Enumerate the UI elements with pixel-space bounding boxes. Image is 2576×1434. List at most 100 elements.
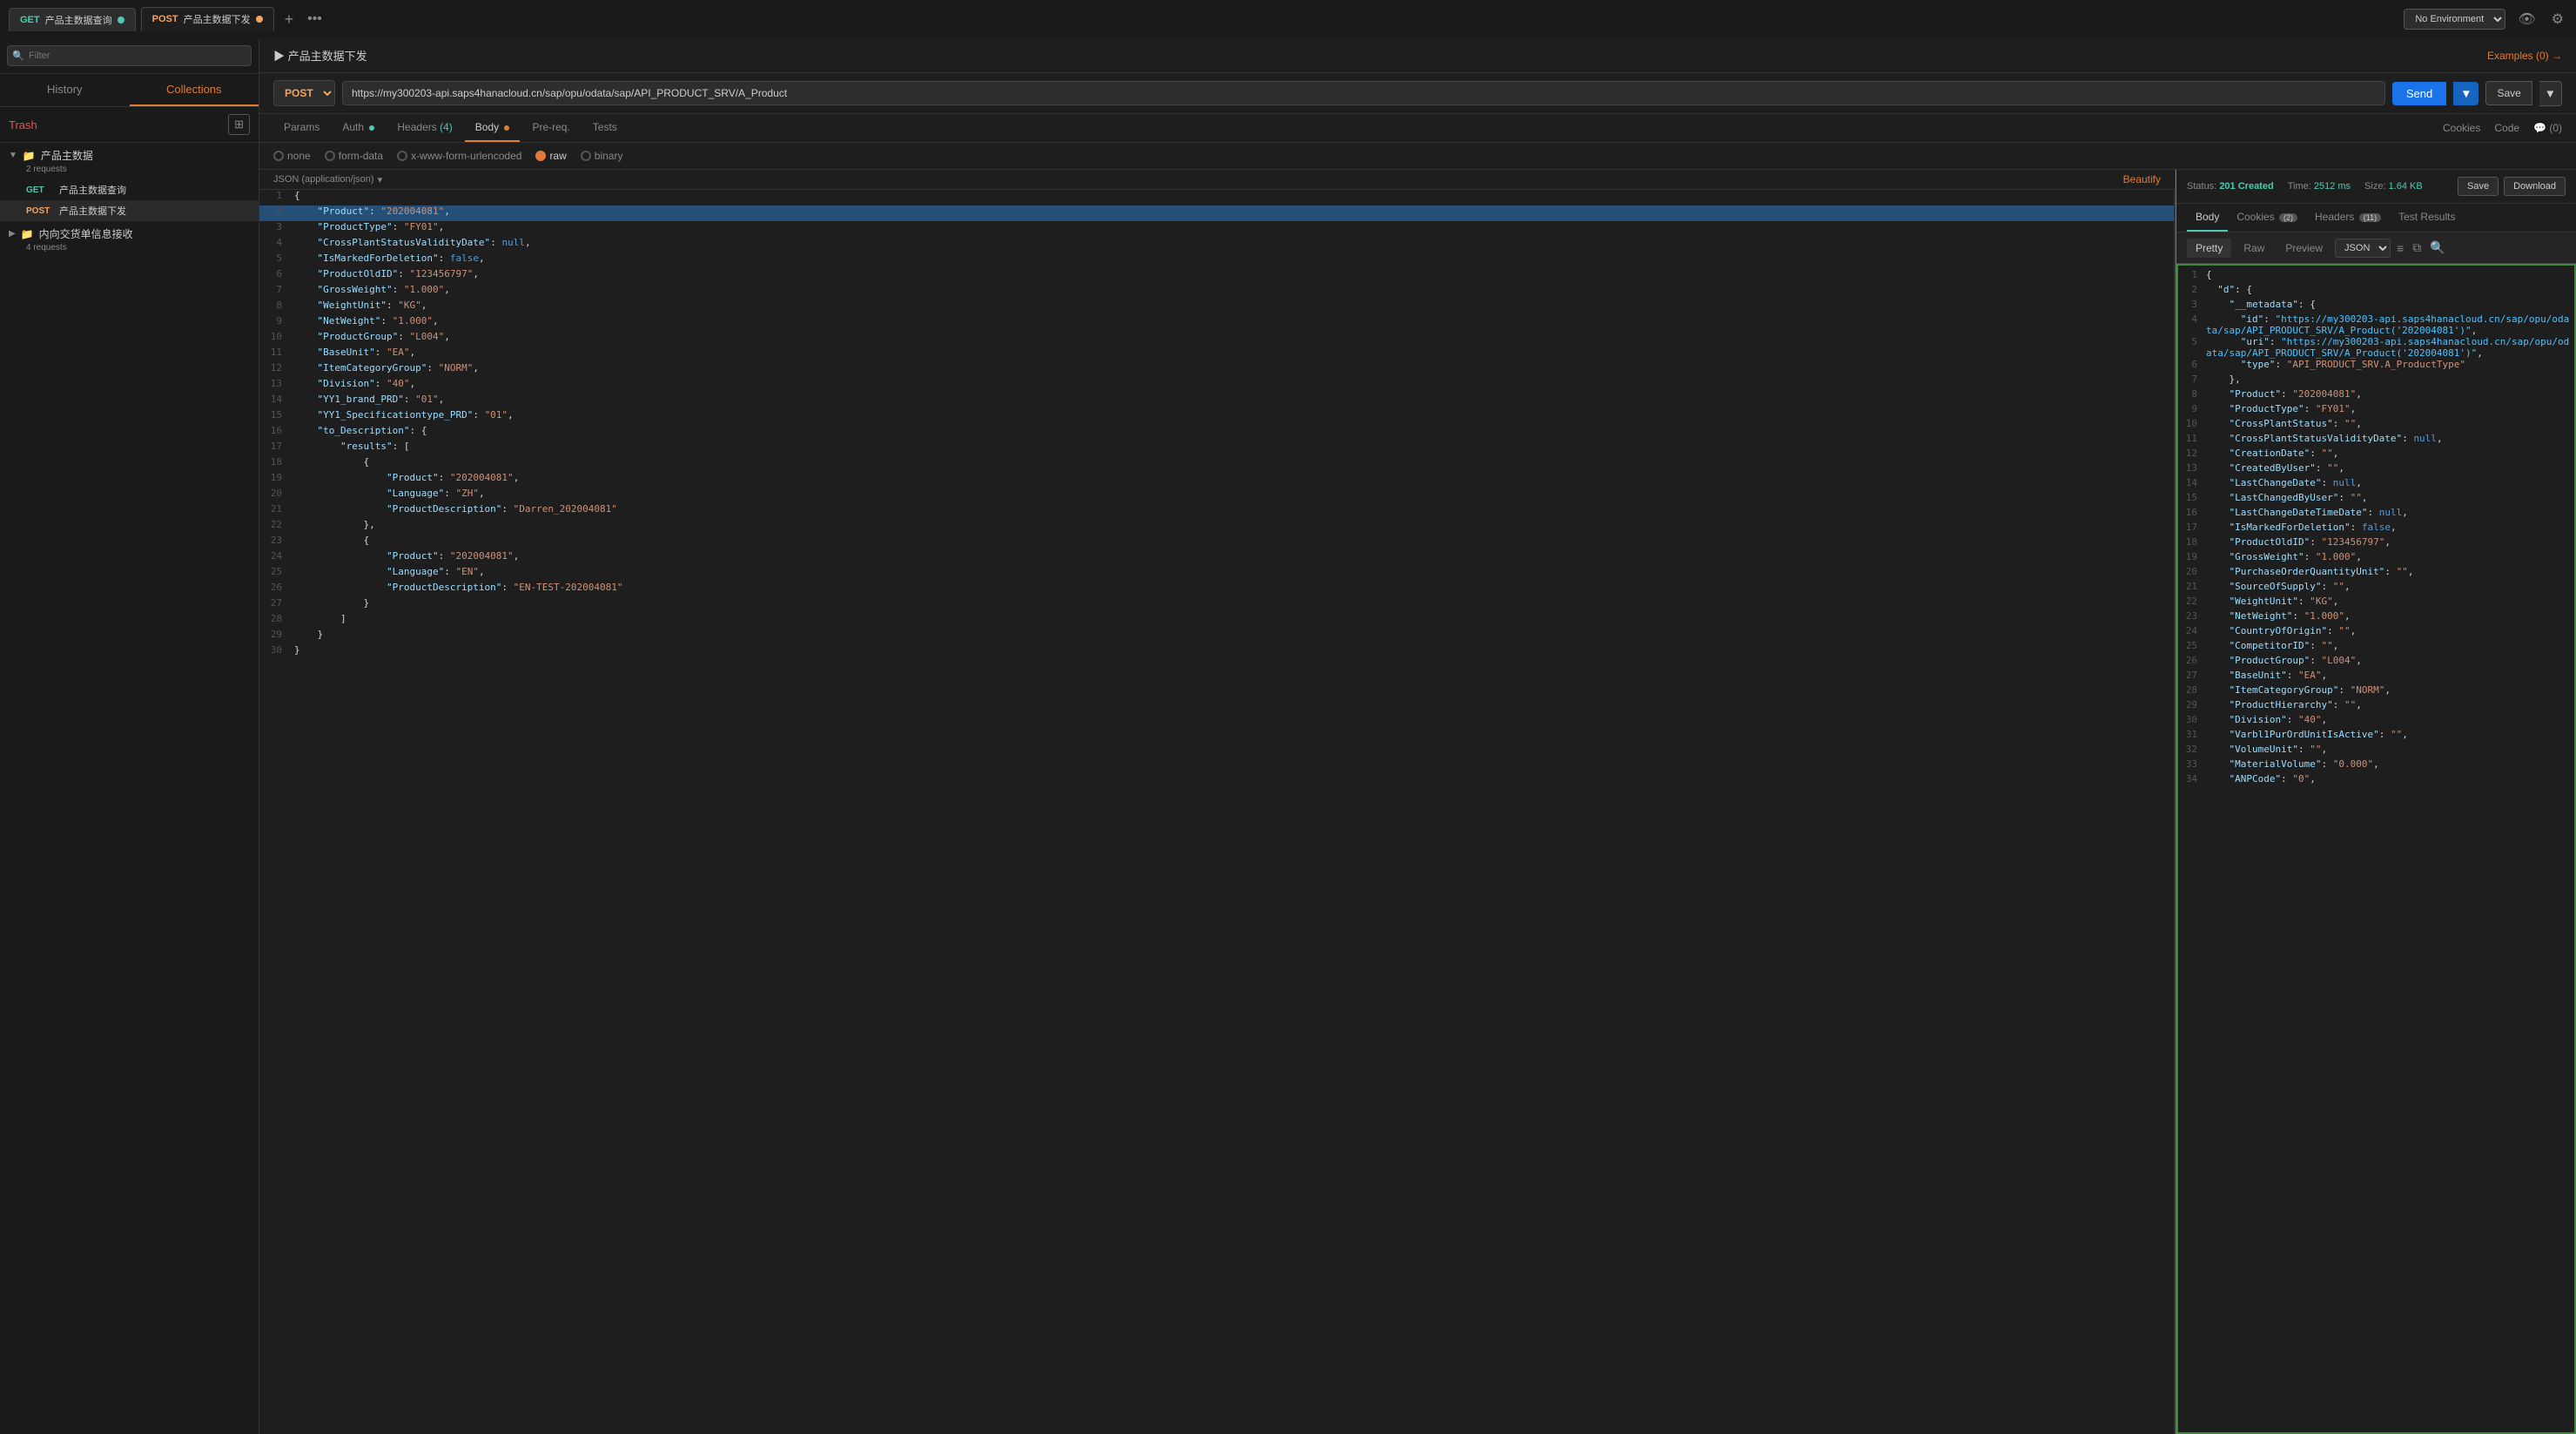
url-bar: POST Send ▼ Save ▼ — [259, 73, 2576, 114]
trash-label[interactable]: Trash — [9, 118, 37, 131]
folder-icon: 📁 — [23, 150, 36, 162]
request-item-post[interactable]: POST 产品主数据下发 — [0, 200, 259, 221]
folder-chevron: ▼ — [9, 151, 17, 160]
radio-urlencoded — [397, 151, 407, 161]
resp-line-content: "LastChangeDate": null, — [2204, 477, 2574, 492]
tab-params[interactable]: Params — [273, 114, 330, 142]
resp-line: 12 "CreationDate": "", — [2178, 448, 2574, 462]
search-input[interactable] — [7, 45, 252, 66]
save-dropdown-button[interactable]: ▼ — [2539, 81, 2562, 106]
cookies-link[interactable]: Cookies — [2443, 122, 2480, 134]
line-content: "Product": "202004081", — [291, 472, 2174, 488]
line-number: 3 — [259, 221, 291, 237]
resp-tab-body[interactable]: Body — [2187, 204, 2228, 232]
response-code[interactable]: 1{2 "d": {3 "__metadata": {4 "id": "http… — [2176, 264, 2576, 1434]
url-input[interactable] — [342, 81, 2385, 105]
folder-item-products[interactable]: ▼ 📁 产品主数据 2 requests — [0, 143, 259, 179]
sidebar-tab-history[interactable]: History — [0, 74, 130, 106]
line-number: 4 — [259, 237, 291, 252]
resp-tab-test-results[interactable]: Test Results — [2390, 204, 2464, 232]
status-value: 201 Created — [2219, 181, 2273, 192]
request-item-get[interactable]: GET 产品主数据查询 — [0, 179, 259, 200]
response-format-selector[interactable]: JSON — [2335, 239, 2391, 258]
response-wrap-button[interactable]: ≡ — [2394, 239, 2406, 258]
resp-line-number: 18 — [2178, 536, 2204, 551]
line-content: { — [291, 190, 2174, 205]
resp-line-number: 12 — [2178, 448, 2204, 462]
json-format-label[interactable]: JSON (application/json) — [273, 174, 374, 185]
radio-binary — [581, 151, 591, 161]
line-number: 29 — [259, 629, 291, 644]
resp-line-number: 14 — [2178, 477, 2204, 492]
tab-auth[interactable]: Auth — [332, 114, 385, 142]
line-content: "CrossPlantStatusValidityDate": null, — [291, 237, 2174, 252]
tab-more-button[interactable]: ••• — [304, 8, 326, 30]
settings-button[interactable]: ⚙ — [2548, 7, 2567, 31]
option-none[interactable]: none — [273, 150, 311, 162]
response-copy-button[interactable]: ⧉ — [2410, 238, 2424, 258]
comments-badge[interactable]: 💬 (0) — [2533, 122, 2562, 134]
new-tab-button[interactable]: + — [279, 9, 299, 30]
sidebar: 🔍 History Collections Trash ⊞ ▼ 📁 产品主数据 … — [0, 38, 259, 1434]
resp-line-content: "CrossPlantStatusValidityDate": null, — [2204, 433, 2574, 448]
resp-line-number: 4 — [2178, 313, 2204, 336]
code-line: 21 "ProductDescription": "Darren_2020040… — [259, 503, 2174, 519]
tab-get[interactable]: GET 产品主数据查询 — [9, 8, 136, 31]
resp-tab-headers[interactable]: Headers (11) — [2306, 204, 2390, 232]
response-save-button[interactable]: Save — [2458, 177, 2499, 196]
resp-line: 19 "GrossWeight": "1.000", — [2178, 551, 2574, 566]
code-line: 25 "Language": "EN", — [259, 566, 2174, 582]
response-status-bar: Status: 201 Created Time: 2512 ms Size: … — [2176, 170, 2576, 204]
resp-line-number: 32 — [2178, 744, 2204, 758]
tab-post[interactable]: POST 产品主数据下发 — [141, 7, 274, 31]
line-content: "YY1_Specificationtype_PRD": "01", — [291, 409, 2174, 425]
resp-line-content: "IsMarkedForDeletion": false, — [2204, 522, 2574, 536]
response-search-button[interactable]: 🔍 — [2427, 238, 2447, 258]
code-link[interactable]: Code — [2494, 122, 2519, 134]
resp-tab-cookies[interactable]: Cookies (2) — [2228, 204, 2306, 232]
resp-line-number: 3 — [2178, 299, 2204, 313]
resp-line-number: 31 — [2178, 729, 2204, 744]
tab-prereq[interactable]: Pre-req. — [521, 114, 580, 142]
method-select[interactable]: POST — [273, 80, 335, 106]
send-button[interactable]: Send — [2392, 82, 2446, 105]
resp-line-number: 24 — [2178, 625, 2204, 640]
resp-line: 23 "NetWeight": "1.000", — [2178, 610, 2574, 625]
resp-line-number: 19 — [2178, 551, 2204, 566]
option-binary[interactable]: binary — [581, 150, 623, 162]
resp-line-number: 8 — [2178, 388, 2204, 403]
radio-raw — [535, 151, 546, 161]
new-collection-button[interactable]: ⊞ — [228, 114, 250, 135]
resp-line-number: 2 — [2178, 284, 2204, 299]
option-raw[interactable]: raw — [535, 150, 566, 162]
tab-post-title: 产品主数据下发 — [184, 12, 251, 26]
examples-link[interactable]: Examples (0) → — [2487, 50, 2562, 62]
line-number: 19 — [259, 472, 291, 488]
sidebar-tab-collections[interactable]: Collections — [130, 74, 259, 106]
folder-sub: 2 requests — [9, 165, 250, 174]
tab-tests[interactable]: Tests — [582, 114, 628, 142]
resp-line: 29 "ProductHierarchy": "", — [2178, 699, 2574, 714]
beautify-button[interactable]: Beautify — [2123, 173, 2161, 185]
environment-selector[interactable]: No Environment — [2404, 9, 2505, 30]
save-button[interactable]: Save — [2485, 81, 2532, 105]
code-line: 23 { — [259, 535, 2174, 550]
option-form-data[interactable]: form-data — [325, 150, 383, 162]
code-line: 27 } — [259, 597, 2174, 613]
line-number: 7 — [259, 284, 291, 300]
tab-body[interactable]: Body — [465, 114, 521, 142]
tab-headers[interactable]: Headers (4) — [387, 114, 462, 142]
resp-view-pretty[interactable]: Pretty — [2187, 239, 2231, 258]
eye-button[interactable]: 👁 — [2514, 7, 2539, 31]
resp-view-preview[interactable]: Preview — [2277, 239, 2331, 258]
folder-item-inbound[interactable]: ▶ 📁 内向交货单信息接收 4 requests — [0, 221, 259, 258]
send-dropdown-button[interactable]: ▼ — [2453, 82, 2478, 105]
code-editor[interactable]: 1{2 "Product": "202004081",3 "ProductTyp… — [259, 190, 2175, 1434]
option-urlencoded[interactable]: x-www-form-urlencoded — [397, 150, 521, 162]
code-line: 6 "ProductOldID": "123456797", — [259, 268, 2174, 284]
response-download-button[interactable]: Download — [2504, 177, 2566, 196]
resp-view-raw[interactable]: Raw — [2235, 239, 2273, 258]
resp-line: 9 "ProductType": "FY01", — [2178, 403, 2574, 418]
resp-line: 5 "uri": "https://my300203-api.saps4hana… — [2178, 336, 2574, 359]
resp-line-content: "VolumeUnit": "", — [2204, 744, 2574, 758]
